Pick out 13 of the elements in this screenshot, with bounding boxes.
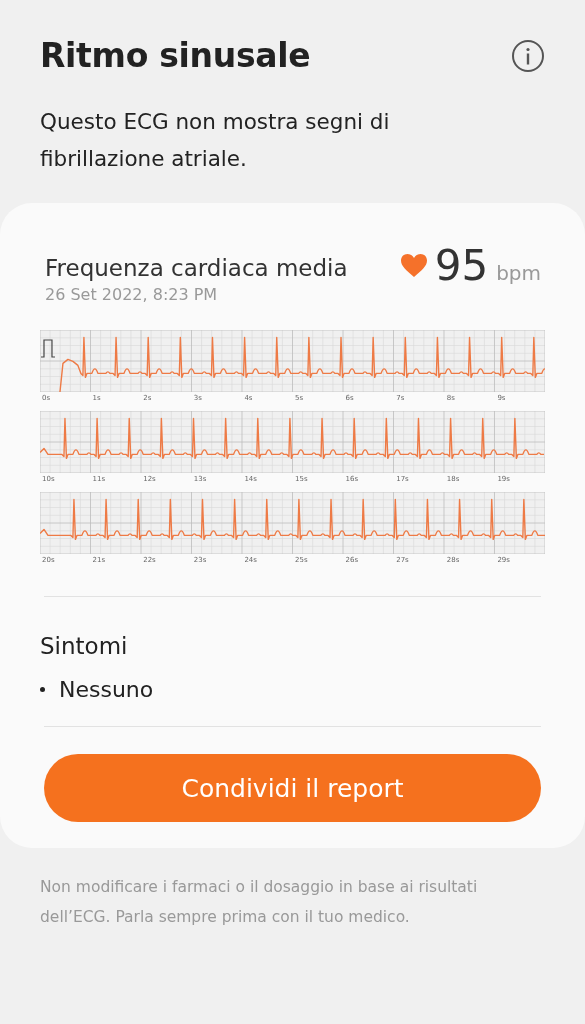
info-icon[interactable] — [511, 38, 545, 73]
share-button[interactable]: Condividi il report — [44, 754, 541, 822]
unit-label: bpm — [496, 261, 541, 285]
heart-rate-label: Frequenza cardiaca media — [45, 255, 348, 281]
timestamp: 26 Set 2022, 8:23 PM — [45, 285, 219, 304]
symptom-item: Nessuno — [59, 677, 154, 702]
heart-rate-value: 95 — [434, 241, 489, 290]
section-title: Sintomi — [40, 633, 129, 659]
heart-icon — [400, 254, 427, 277]
bullet-icon — [40, 687, 45, 692]
page-title: Ritmo sinusale — [40, 36, 311, 75]
result-description: Questo ECG non mostra segni di fibrillazione atriale. — [40, 108, 391, 173]
disclaimer-text: Non modificare i farmaci o il dosaggio in base ai risultati dell’ECG. Parla sempre prima con il tuo medico. — [39, 877, 479, 928]
